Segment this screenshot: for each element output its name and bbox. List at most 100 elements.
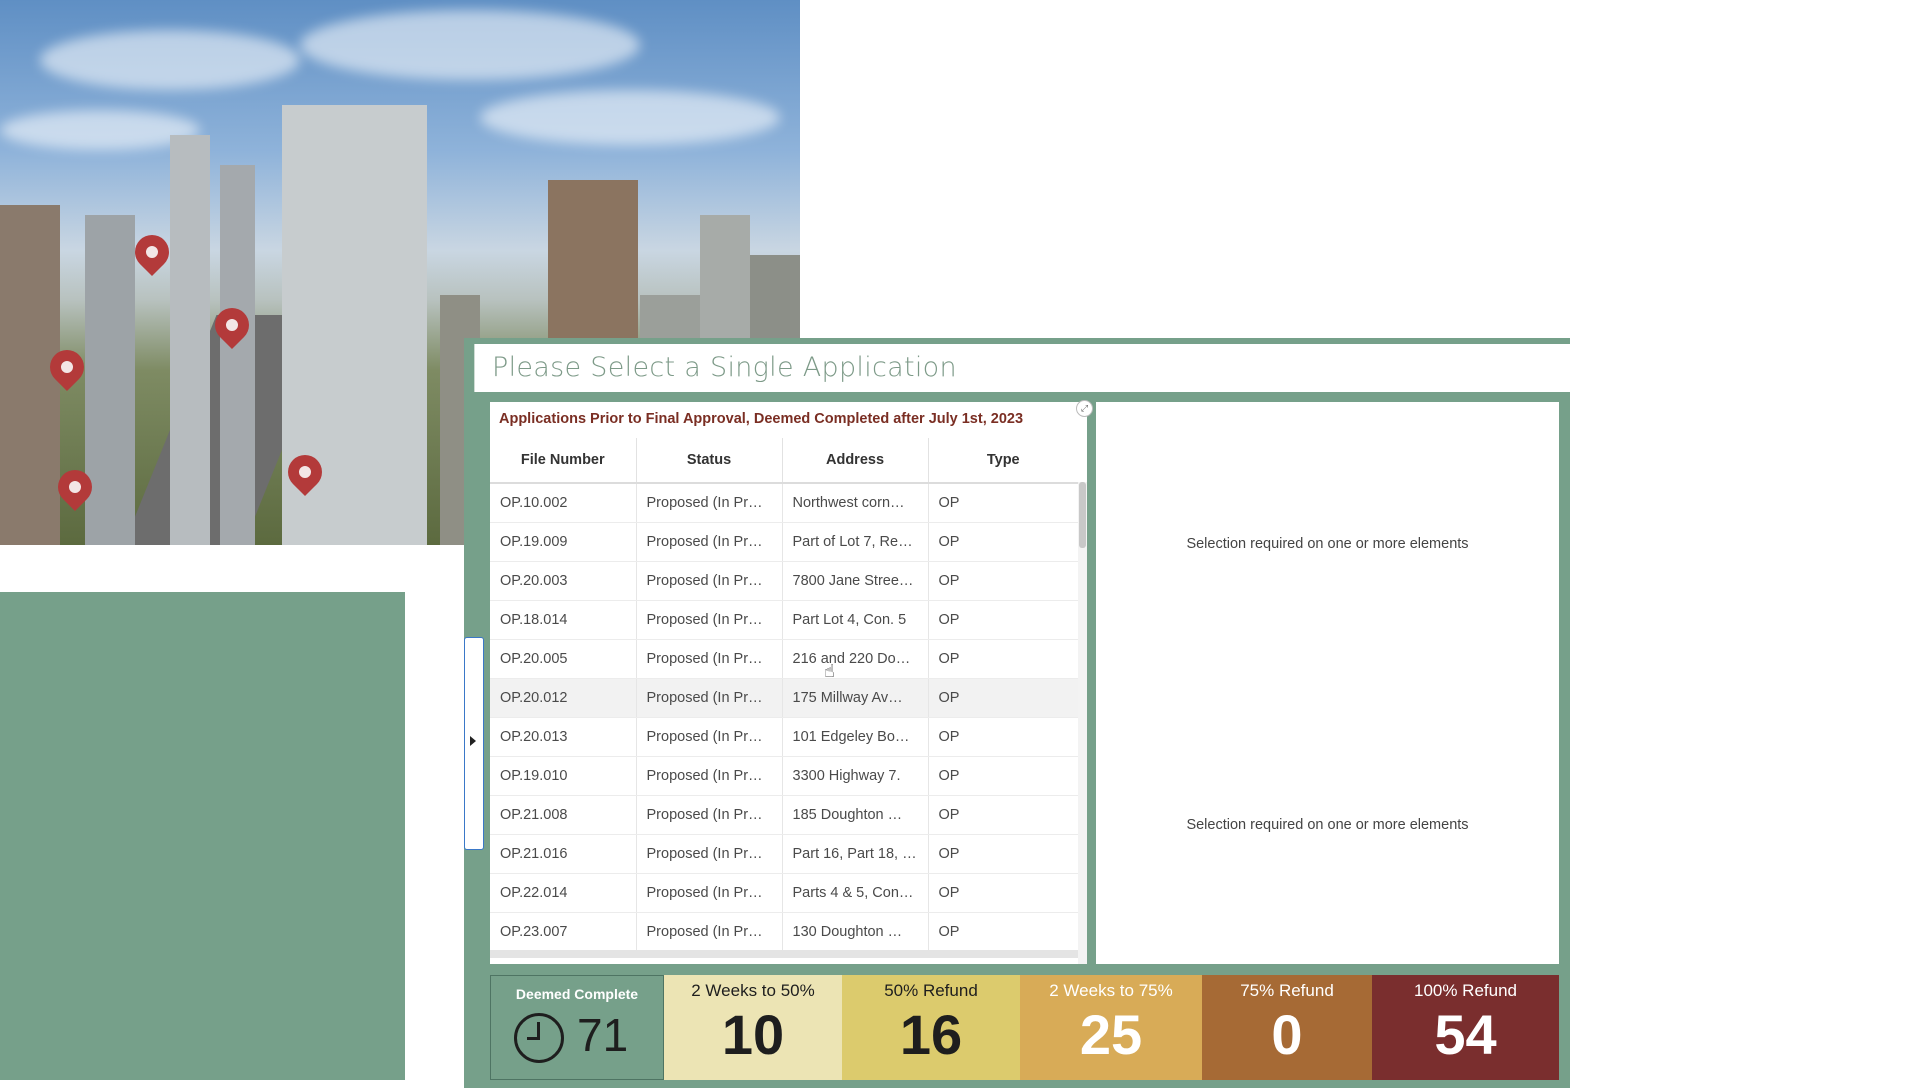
column-header-status[interactable]: Status xyxy=(636,438,783,484)
table-row[interactable]: OP.21.008 Proposed (In Pr… 185 Doughton … O… xyxy=(490,795,1078,835)
cell-status: Proposed (In Pr… xyxy=(636,483,783,523)
table-title: Applications Prior to Final Approval, De… xyxy=(499,411,1024,427)
column-header-file-number[interactable]: File Number xyxy=(490,438,637,484)
cell-status: Proposed (In Pr… xyxy=(636,600,783,640)
stat-deemed-complete[interactable]: Deemed Complete 71 xyxy=(490,975,664,1080)
stat-value: 25 xyxy=(1079,1003,1143,1066)
stat-75-refund[interactable]: 75% Refund 0 xyxy=(1202,975,1372,1080)
stat-label: 75% Refund xyxy=(1240,981,1334,1000)
cell-type: OP xyxy=(928,600,1078,640)
cell-address: Part of Lot 7, Re… xyxy=(782,522,929,562)
stat-100-refund[interactable]: 100% Refund 54 xyxy=(1372,975,1559,1080)
stat-2-weeks-to-50[interactable]: 2 Weeks to 50% 10 xyxy=(664,975,842,1080)
stat-value: 10 xyxy=(721,1003,785,1066)
cell-address: 185 Doughton … xyxy=(782,795,929,835)
cell-address: Northwest corn… xyxy=(782,483,929,523)
cell-file-number: OP.23.007 xyxy=(490,912,637,952)
cell-file-number: OP.20.005 xyxy=(490,639,637,679)
applications-table-panel: Applications Prior to Final Approval, De… xyxy=(490,402,1087,964)
stat-value: 71 xyxy=(577,1009,629,1061)
table-row[interactable]: OP.19.010 Proposed (In Pr… 3300 Highway 7.… xyxy=(490,756,1078,796)
stat-50-refund[interactable]: 50% Refund 16 xyxy=(842,975,1020,1080)
cell-type: OP xyxy=(928,639,1078,679)
details-panel: Selection required on one or more elemen… xyxy=(1096,402,1559,964)
cell-file-number: OP.10.002 xyxy=(490,483,637,523)
stat-label: 2 Weeks to 75% xyxy=(1049,981,1173,1000)
cell-status: Proposed (In Pr… xyxy=(636,522,783,562)
cell-type: OP xyxy=(928,795,1078,835)
table-row[interactable]: OP.20.003 Proposed (In Pr… 7800 Jane Stree… xyxy=(490,561,1078,601)
table-row[interactable]: OP.22.014 Proposed (In Pr… Parts 4 & 5, Co… xyxy=(490,873,1078,913)
cell-address: Part 16, Part 18, … xyxy=(782,834,929,874)
cell-address: 130 Doughton … xyxy=(782,912,929,952)
cell-status: Proposed (In Pr… xyxy=(636,561,783,601)
cell-address: 3300 Highway 7. xyxy=(782,756,929,796)
vertical-scrollbar[interactable] xyxy=(1078,482,1087,964)
cell-type: OP xyxy=(928,483,1078,523)
cell-address: 175 Millway Av… xyxy=(782,678,929,718)
left-green-panel xyxy=(0,592,405,1080)
stat-label: Deemed Complete xyxy=(515,986,639,1002)
page-title: Please Select a Single Application xyxy=(492,352,957,383)
table-row[interactable]: OP.10.002 Proposed (In Pr… Northwest corn…… xyxy=(490,483,1078,523)
cell-status: Proposed (In Pr… xyxy=(636,912,783,952)
cell-file-number: OP.21.016 xyxy=(490,834,637,874)
cell-file-number: OP.20.003 xyxy=(490,561,637,601)
table-row[interactable]: OP.21.016 Proposed (In Pr… Part 16, Part 1… xyxy=(490,834,1078,874)
map-pin-icon xyxy=(127,227,177,277)
cell-status: Proposed (In Pr… xyxy=(636,795,783,835)
stats-bar: Deemed Complete 71 2 Weeks to 50% 10 50%… xyxy=(490,975,1559,1080)
table-row[interactable]: OP.20.012 Proposed (In Pr… 175 Millway Av…… xyxy=(490,678,1078,718)
cell-status: Proposed (In Pr… xyxy=(636,639,783,679)
cell-type: OP xyxy=(928,834,1078,874)
cell-file-number: OP.18.014 xyxy=(490,600,637,640)
cell-type: OP xyxy=(928,678,1078,718)
cell-address: 7800 Jane Stree… xyxy=(782,561,929,601)
cell-type: OP xyxy=(928,522,1078,562)
cell-type: OP xyxy=(928,873,1078,913)
column-header-address[interactable]: Address xyxy=(782,438,929,484)
cell-file-number: OP.19.010 xyxy=(490,756,637,796)
cell-file-number: OP.22.014 xyxy=(490,873,637,913)
selection-required-message: Selection required on one or more elemen… xyxy=(1186,817,1469,833)
table-row[interactable]: OP.23.007 Proposed (In Pr… 130 Doughton … O… xyxy=(490,912,1078,952)
stat-value: 16 xyxy=(899,1003,963,1066)
cell-address: 216 and 220 Do… xyxy=(782,639,929,679)
table-row[interactable]: OP.20.013 Proposed (In Pr… 101 Edgeley Bo…… xyxy=(490,717,1078,757)
cell-status: Proposed (In Pr… xyxy=(636,678,783,718)
table-header-row: File Number Status Address Type xyxy=(490,438,1078,484)
stat-label: 50% Refund xyxy=(884,981,978,1000)
applications-table: File Number Status Address Type OP.10.00… xyxy=(490,438,1078,952)
cell-file-number: OP.19.009 xyxy=(490,522,637,562)
cell-type: OP xyxy=(928,912,1078,952)
selection-required-message: Selection required on one or more elemen… xyxy=(1186,536,1469,552)
stat-label: 2 Weeks to 50% xyxy=(691,981,815,1000)
stat-label: 100% Refund xyxy=(1413,981,1518,1000)
cell-status: Proposed (In Pr… xyxy=(636,873,783,913)
table-row[interactable]: OP.20.005 Proposed (In Pr… 216 and 220 Do…… xyxy=(490,639,1078,679)
cell-file-number: OP.21.008 xyxy=(490,795,637,835)
cell-status: Proposed (In Pr… xyxy=(636,717,783,757)
cell-status: Proposed (In Pr… xyxy=(636,756,783,796)
table-row[interactable]: OP.18.014 Proposed (In Pr… Part Lot 4, Con… xyxy=(490,600,1078,640)
cell-status: Proposed (In Pr… xyxy=(636,834,783,874)
horizontal-scrollbar[interactable] xyxy=(490,950,1078,958)
cell-file-number: OP.20.012 xyxy=(490,678,637,718)
collapse-arrow-icon xyxy=(470,736,476,746)
stat-value: 54 xyxy=(1434,1003,1497,1066)
cell-address: Part Lot 4, Con. 5 xyxy=(782,600,929,640)
cell-type: OP xyxy=(928,717,1078,757)
title-bar: Please Select a Single Application xyxy=(474,344,1571,392)
expand-icon[interactable]: ⤢ xyxy=(1076,400,1093,417)
cell-address: 101 Edgeley Bo… xyxy=(782,717,929,757)
table-row[interactable]: OP.19.009 Proposed (In Pr… Part of Lot 7, … xyxy=(490,522,1078,562)
stat-2-weeks-to-75[interactable]: 2 Weeks to 75% 25 xyxy=(1020,975,1202,1080)
sidebar-collapse-toggle[interactable] xyxy=(464,637,484,850)
cell-type: OP xyxy=(928,561,1078,601)
cell-address: Parts 4 & 5, Con… xyxy=(782,873,929,913)
scrollbar-thumb[interactable] xyxy=(1079,482,1086,548)
hand-cursor-icon: ☝ xyxy=(824,661,835,681)
column-header-type[interactable]: Type xyxy=(928,438,1078,484)
clock-icon xyxy=(514,1013,564,1063)
cell-type: OP xyxy=(928,756,1078,796)
